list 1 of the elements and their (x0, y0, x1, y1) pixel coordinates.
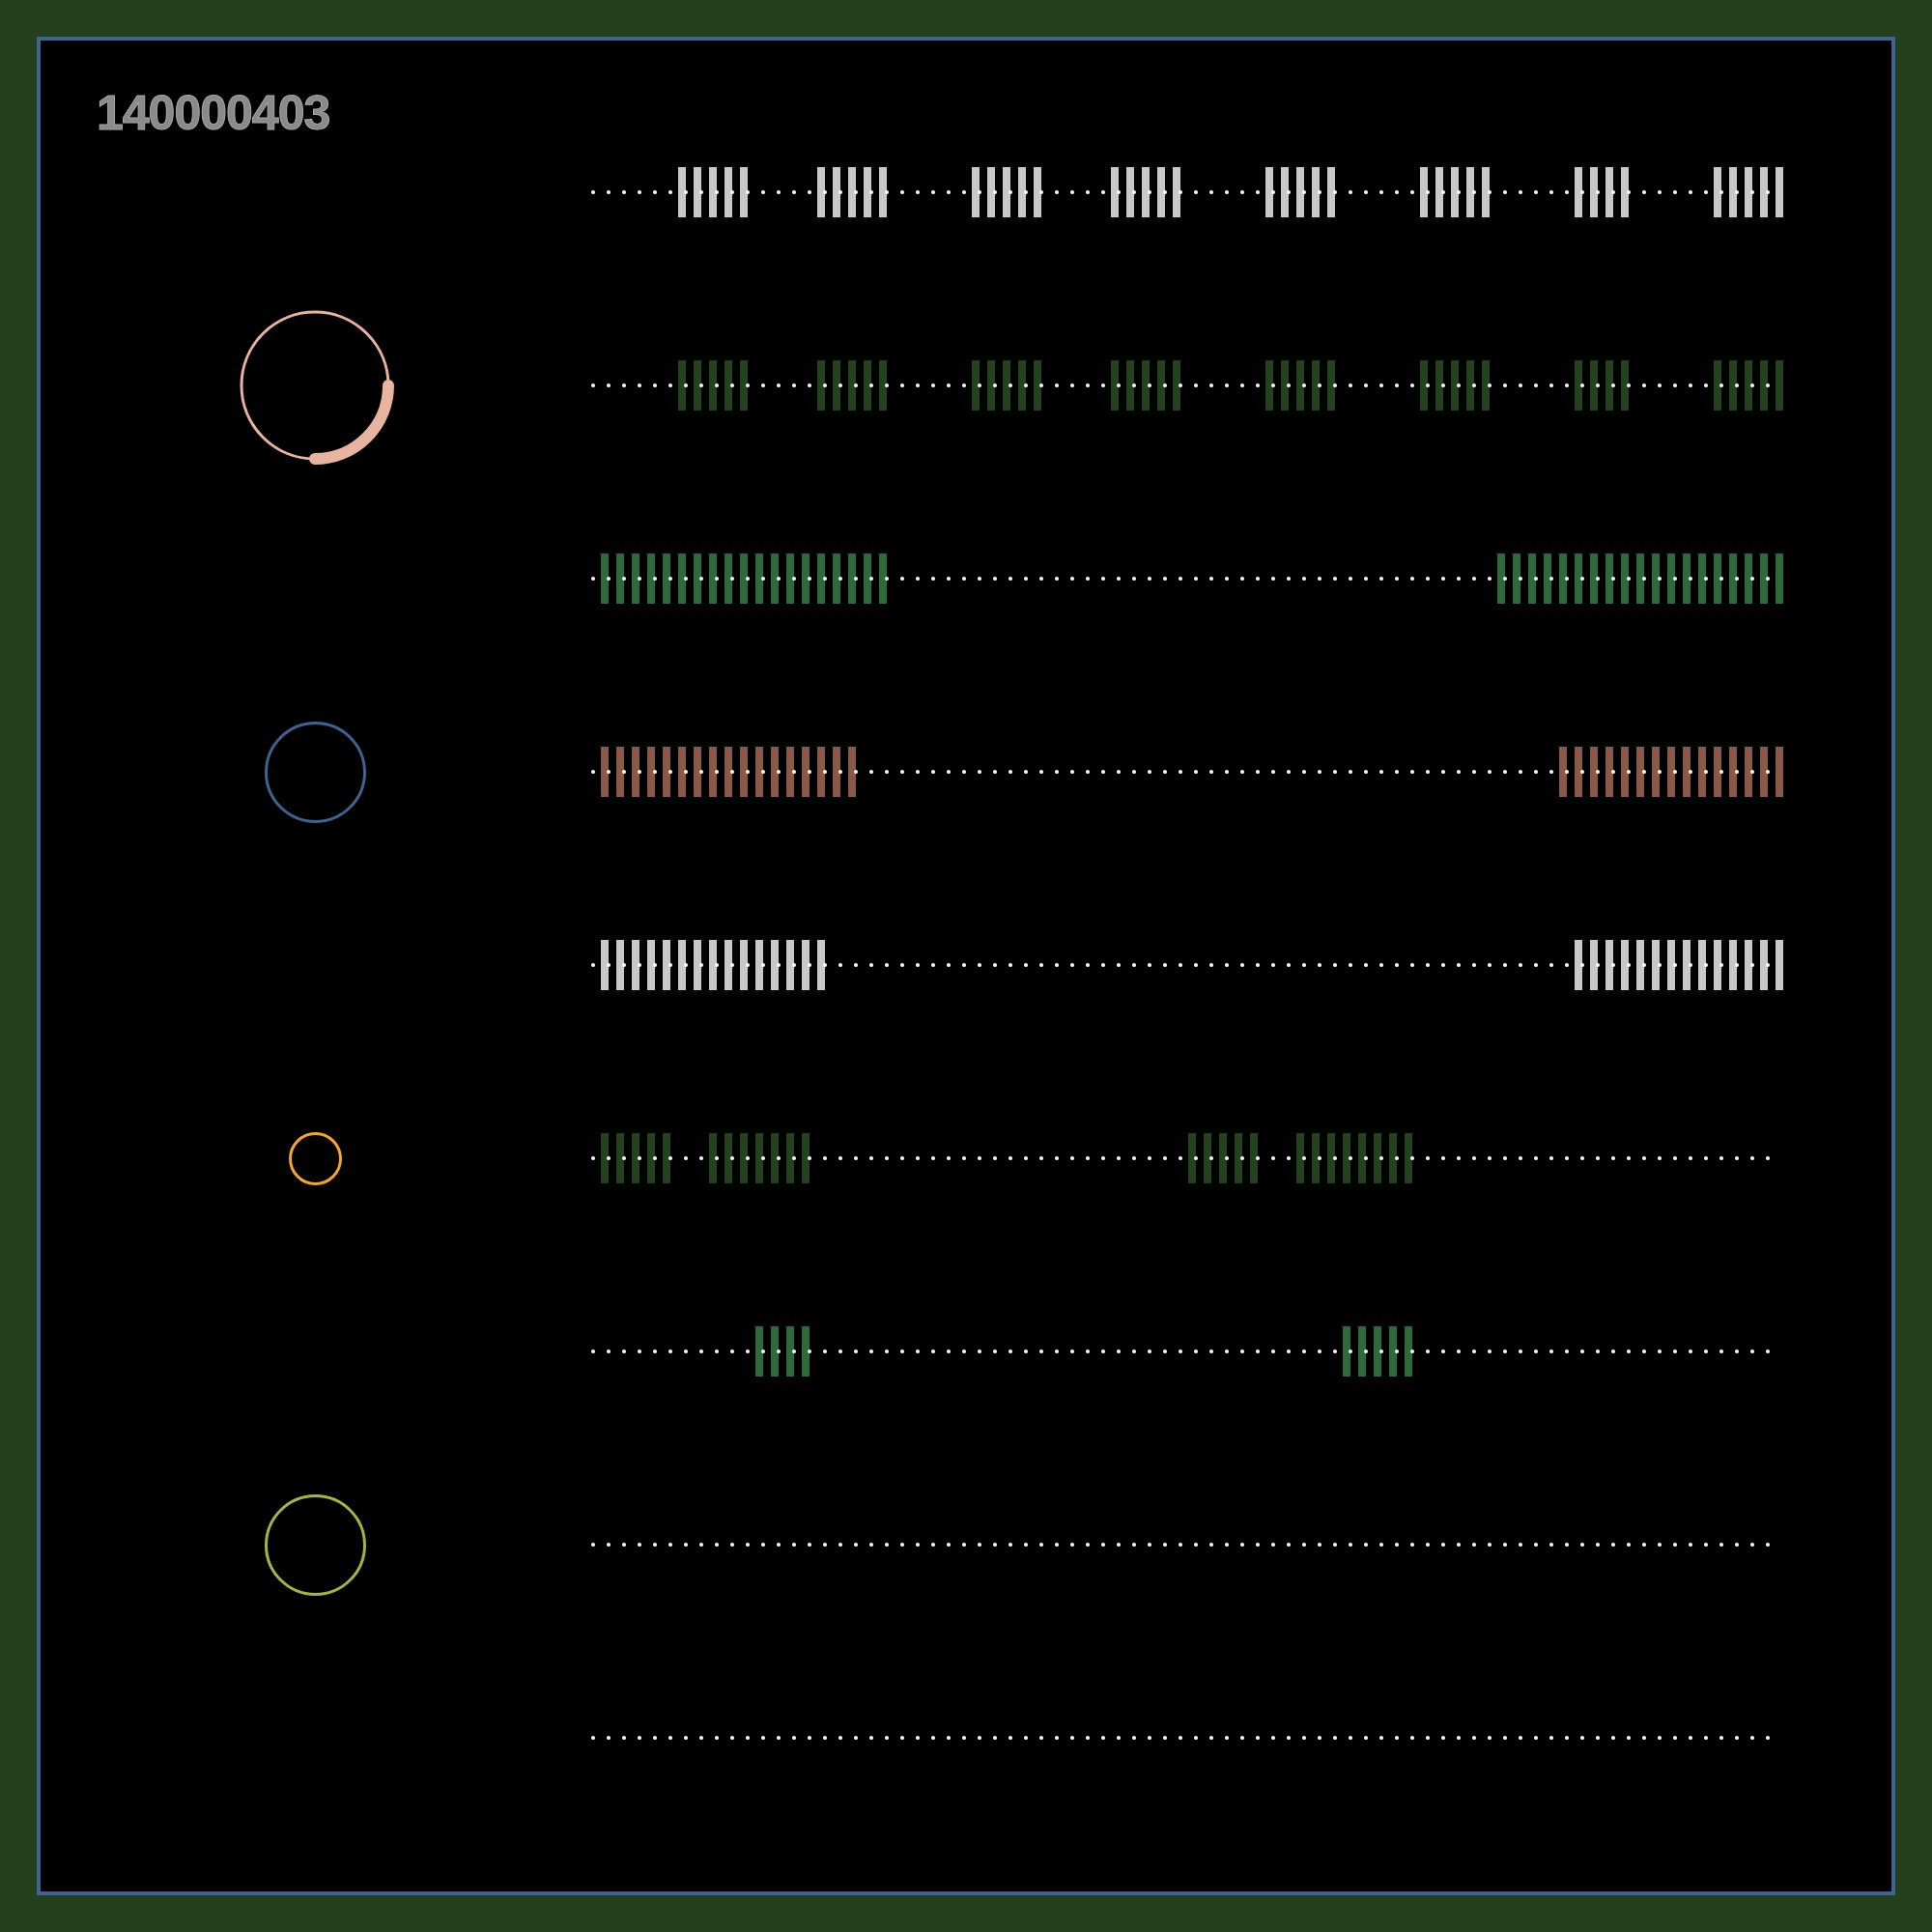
title-number: 140000403 (97, 85, 330, 141)
